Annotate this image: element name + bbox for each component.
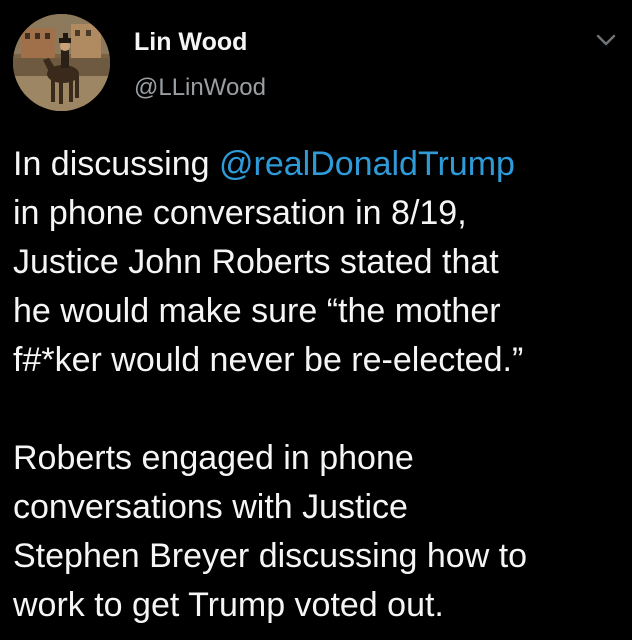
- tweet-line: work to get Trump voted out.: [13, 586, 444, 624]
- avatar[interactable]: [13, 14, 110, 111]
- horse-rider-icon: [13, 14, 110, 111]
- tweet-paragraph-1: In discussing @realDonaldTrump in phone …: [13, 140, 625, 385]
- author-block: Lin Wood @LLinWood: [134, 28, 266, 102]
- tweet-line: he would make sure “the mother: [13, 292, 501, 330]
- mention-link[interactable]: @realDonaldTrump: [219, 145, 515, 183]
- tweet-card: Lin Wood @LLinWood In discussing @realDo…: [0, 0, 632, 640]
- tweet-line: In discussing @realDonaldTrump: [13, 140, 625, 189]
- chevron-down-icon[interactable]: [594, 30, 618, 50]
- tweet-line: Justice John Roberts stated that: [13, 243, 499, 281]
- tweet-line: f#*ker would never be re-elected.”: [13, 341, 524, 379]
- tweet-line: conversations with Justice: [13, 488, 408, 526]
- tweet-text-segment: In discussing: [13, 145, 219, 183]
- tweet-line: Roberts engaged in phone: [13, 439, 414, 477]
- author-display-name[interactable]: Lin Wood: [134, 28, 266, 56]
- tweet-text: In discussing @realDonaldTrump in phone …: [13, 140, 625, 630]
- author-handle[interactable]: @LLinWood: [134, 74, 266, 102]
- tweet-paragraph-2: Roberts engaged in phone conversations w…: [13, 434, 625, 630]
- tweet-line: Stephen Breyer discussing how to: [13, 537, 528, 575]
- tweet-line: in phone conversation in 8/19,: [13, 194, 467, 232]
